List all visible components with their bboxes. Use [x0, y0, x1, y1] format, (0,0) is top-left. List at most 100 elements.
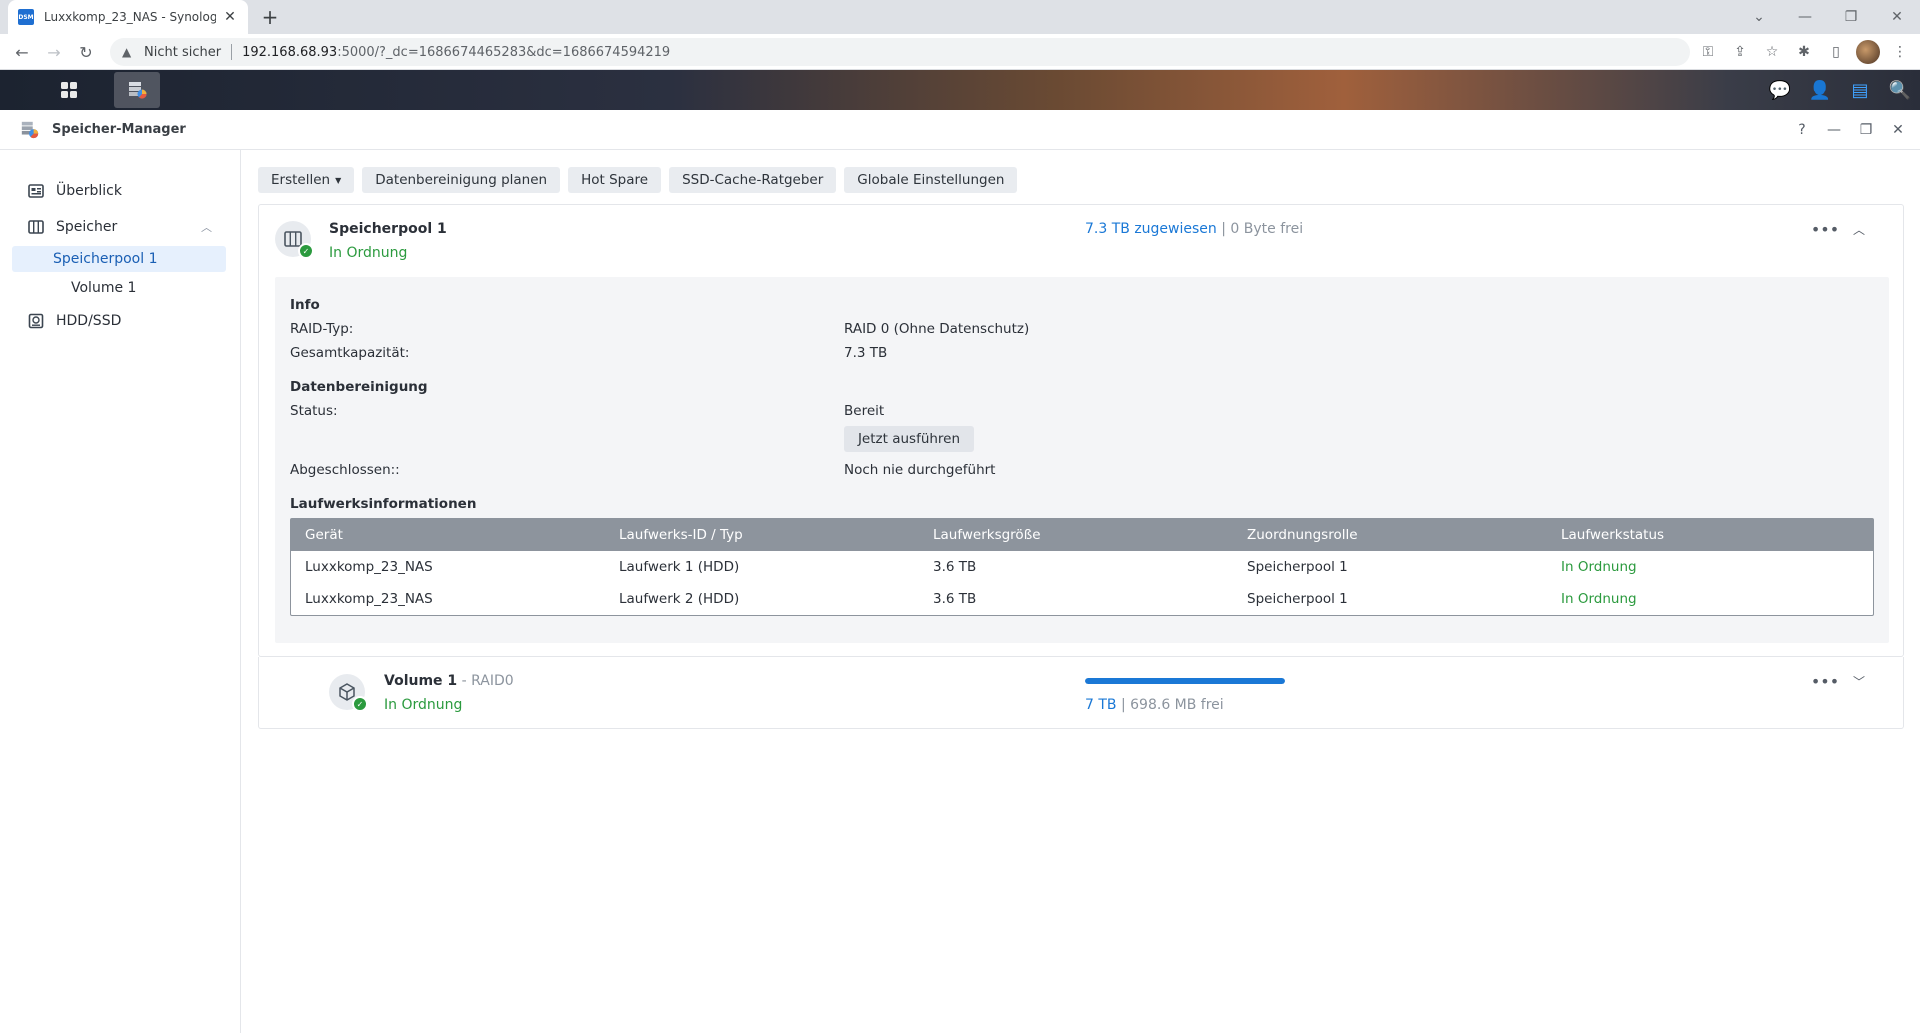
volume-size: 7 TB	[1085, 697, 1117, 713]
sidebar-item-label: HDD/SSD	[56, 313, 122, 329]
chevron-down-icon[interactable]: ﹀	[1847, 669, 1871, 693]
raid-type-value: RAID 0 (Ohne Datenschutz)	[844, 321, 1030, 337]
storage-manager-icon	[20, 120, 40, 140]
volume-card[interactable]: ✓ Volume 1 - RAID0 In Ordnung 7 TB | 698…	[258, 657, 1904, 729]
user-icon[interactable]: 👤	[1800, 70, 1840, 110]
app-window-controls: ? — ❐ ✕	[1790, 118, 1910, 142]
volume-name: Volume 1	[384, 673, 458, 689]
widgets-icon[interactable]: ▤	[1840, 70, 1880, 110]
forward-icon[interactable]: →	[42, 40, 66, 64]
close-tab-icon[interactable]: ✕	[222, 9, 238, 25]
volume-free: 698.6 MB frei	[1130, 697, 1224, 713]
scrubbing-status-label: Status:	[290, 403, 338, 419]
sidebar-item-overview[interactable]: Überblick	[0, 174, 240, 208]
url-rest: :5000/?_dc=1686674465283&dc=168667459421…	[337, 44, 671, 60]
table-cell: Speicherpool 1	[1247, 559, 1348, 575]
address-bar[interactable]: ▲ Nicht sicher 192.168.68.93 :5000/?_dc=…	[110, 38, 1690, 66]
allocated-capacity: 7.3 TB zugewiesen	[1085, 221, 1217, 237]
drive-info-section-title: Laufwerksinformationen	[290, 496, 477, 512]
app-maximize-icon[interactable]: ❐	[1854, 118, 1878, 142]
storage-pool-header[interactable]: ✓ Speicherpool 1 In Ordnung 7.3 TB zugew…	[259, 205, 1903, 277]
column-header[interactable]: Laufwerks-ID / Typ	[605, 527, 919, 543]
table-cell: Luxxkomp_23_NAS	[305, 559, 433, 575]
browser-tab-title: Luxxkomp_23_NAS - Synology NAS	[44, 10, 216, 24]
create-button[interactable]: Erstellen ▼	[258, 167, 355, 193]
browser-menu-icon[interactable]: ⋮	[1888, 40, 1912, 64]
url-host: 192.168.68.93	[242, 44, 338, 60]
volume-raid: - RAID0	[457, 673, 514, 689]
app-minimize-icon[interactable]: —	[1822, 118, 1846, 142]
run-now-button[interactable]: Jetzt ausführen	[844, 426, 974, 452]
sidebar-item-label: Überblick	[56, 183, 122, 199]
search-icon[interactable]: 🔍	[1880, 70, 1920, 110]
tab-search-icon[interactable]: ⌄	[1736, 0, 1782, 34]
more-options-icon[interactable]: •••	[1811, 217, 1839, 241]
plan-scrubbing-button[interactable]: Datenbereinigung planen	[362, 167, 561, 193]
table-cell: Luxxkomp_23_NAS	[305, 591, 433, 607]
sidebar-item-storage[interactable]: Speicher ︿	[0, 210, 240, 244]
table-header: Gerät Laufwerks-ID / Typ Laufwerksgröße …	[291, 519, 1873, 551]
browser-tab[interactable]: DSM Luxxkomp_23_NAS - Synology NAS ✕	[8, 0, 248, 34]
sidebar-item-label: Speicher	[56, 219, 118, 235]
sidebar-item-volume-1[interactable]: Volume 1	[0, 274, 240, 302]
action-toolbar: Erstellen ▼ Datenbereinigung planen Hot …	[258, 167, 1018, 193]
table-cell: Laufwerk 1 (HDD)	[619, 559, 740, 575]
help-icon[interactable]: ?	[1790, 118, 1814, 142]
sidebar-item-hdd-ssd[interactable]: HDD/SSD	[0, 304, 240, 338]
hot-spare-button[interactable]: Hot Spare	[568, 167, 662, 193]
sidebar-item-storage-pool-1[interactable]: Speicherpool 1	[12, 246, 226, 272]
app-close-icon[interactable]: ✕	[1886, 118, 1910, 142]
total-capacity-row: Gesamtkapazität: 7.3 TB	[290, 341, 1874, 365]
storage-pool-capacity: 7.3 TB zugewiesen | 0 Byte frei	[1085, 221, 1303, 237]
profile-avatar[interactable]	[1856, 40, 1880, 64]
insecure-label[interactable]: Nicht sicher	[144, 45, 221, 60]
info-section-title: Info	[290, 297, 320, 313]
warning-icon: ▲	[122, 45, 132, 59]
volume-icon: ✓	[329, 674, 368, 712]
main-menu-icon[interactable]	[46, 72, 92, 108]
more-options-icon[interactable]: •••	[1811, 669, 1839, 693]
table-row[interactable]: Luxxkomp_23_NAS Laufwerk 1 (HDD) 3.6 TB …	[291, 551, 1873, 583]
column-header[interactable]: Gerät	[291, 527, 605, 543]
back-icon[interactable]: ←	[10, 40, 34, 64]
column-header[interactable]: Laufwerksgröße	[919, 527, 1233, 543]
global-settings-button[interactable]: Globale Einstellungen	[844, 167, 1018, 193]
bookmark-star-icon[interactable]: ☆	[1760, 40, 1784, 64]
app-title: Speicher-Manager	[52, 122, 186, 137]
column-header[interactable]: Zuordnungsrolle	[1233, 527, 1547, 543]
extensions-icon[interactable]: ✱	[1792, 40, 1816, 64]
overview-icon	[28, 183, 44, 199]
restore-window-icon[interactable]: ❐	[1828, 0, 1874, 34]
caret-down-icon: ▼	[335, 175, 342, 185]
sidebar: Überblick Speicher ︿ Speicherpool 1 Volu…	[0, 150, 241, 1033]
key-icon[interactable]: ⚿	[1696, 40, 1720, 64]
table-cell: 3.6 TB	[933, 559, 977, 575]
check-icon: ✓	[298, 243, 314, 259]
volume-status: In Ordnung	[384, 697, 463, 713]
main-content: Erstellen ▼ Datenbereinigung planen Hot …	[242, 150, 1920, 1033]
dsm-favicon-icon: DSM	[18, 9, 34, 25]
storage-pool-name: Speicherpool 1	[329, 221, 447, 237]
ssd-cache-advisor-button[interactable]: SSD-Cache-Ratgeber	[669, 167, 837, 193]
chevron-up-icon[interactable]: ︿	[201, 219, 212, 235]
storage-manager-task-icon[interactable]	[114, 72, 160, 108]
minimize-window-icon[interactable]: —	[1782, 0, 1828, 34]
storage-pool-icon: ✓	[275, 221, 314, 259]
browser-tab-bar: DSM Luxxkomp_23_NAS - Synology NAS ✕ + ⌄…	[0, 0, 1920, 34]
completed-value: Noch nie durchgeführt	[844, 462, 996, 478]
scrubbing-status-row: Status: Bereit	[290, 399, 1874, 423]
side-panel-icon[interactable]: ▯	[1824, 40, 1848, 64]
notifications-icon[interactable]: 💬	[1760, 70, 1800, 110]
drive-status: In Ordnung	[1561, 591, 1637, 607]
volume-title: Volume 1 - RAID0	[384, 673, 514, 689]
close-window-icon[interactable]: ✕	[1874, 0, 1920, 34]
reload-icon[interactable]: ↻	[74, 40, 98, 64]
new-tab-icon[interactable]: +	[258, 5, 282, 29]
volume-usage-fill	[1085, 678, 1285, 684]
column-header[interactable]: Laufwerkstatus	[1547, 527, 1861, 543]
share-icon[interactable]: ⇪	[1728, 40, 1752, 64]
chevron-up-icon[interactable]: ︿	[1847, 217, 1871, 241]
window-controls: ⌄ — ❐ ✕	[1736, 0, 1920, 34]
table-row[interactable]: Luxxkomp_23_NAS Laufwerk 2 (HDD) 3.6 TB …	[291, 583, 1873, 615]
storage-icon	[28, 219, 44, 235]
